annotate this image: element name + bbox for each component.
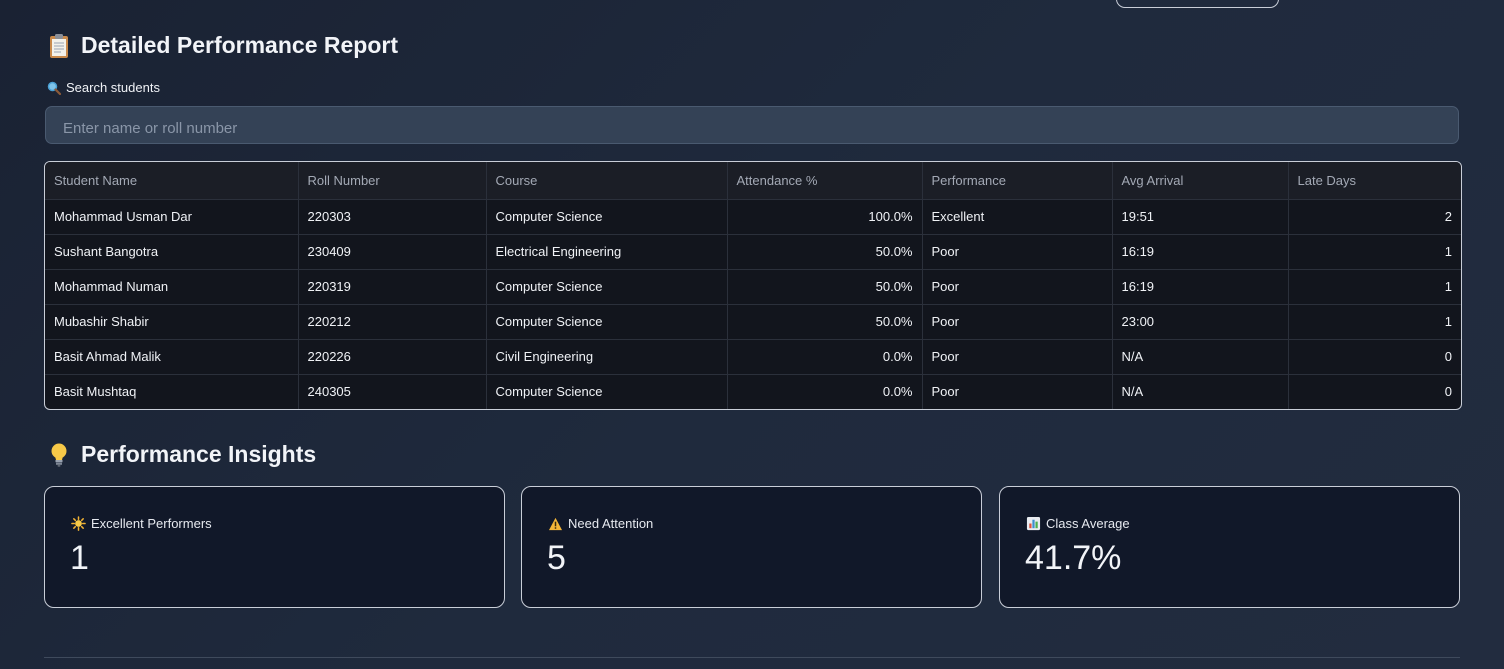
metric-card-excellent-performers: Excellent Performers 1 xyxy=(44,486,505,608)
cell-performance: Poor xyxy=(922,304,1113,340)
table-row: Basit Mushtaq 240305 Computer Science 0.… xyxy=(45,374,1461,409)
search-input[interactable] xyxy=(46,107,1458,143)
metric-label-text: Class Average xyxy=(1046,516,1130,531)
cell-performance: Excellent xyxy=(922,199,1113,235)
column-header-avg-arrival[interactable]: Avg Arrival xyxy=(1112,162,1289,200)
cell-attendance: 50.0% xyxy=(727,234,923,270)
metric-label: Excellent Performers xyxy=(71,516,212,531)
report-section-title: Detailed Performance Report xyxy=(47,32,398,59)
metric-value: 1 xyxy=(70,539,89,577)
cell-performance: Poor xyxy=(922,339,1113,375)
metric-label-text: Need Attention xyxy=(568,516,654,531)
insights-cards: Excellent Performers 1 Need Attention 5 xyxy=(44,486,1460,608)
column-header-attendance[interactable]: Attendance % xyxy=(727,162,923,200)
metric-value: 41.7% xyxy=(1025,539,1122,577)
cell-course: Computer Science xyxy=(486,304,728,340)
cell-student-name: Basit Ahmad Malik xyxy=(45,339,299,375)
column-header-late-days[interactable]: Late Days xyxy=(1288,162,1461,200)
warning-icon xyxy=(548,517,563,531)
metric-label: Need Attention xyxy=(548,516,653,531)
cell-avg-arrival: N/A xyxy=(1112,374,1289,409)
cell-avg-arrival: 19:51 xyxy=(1112,199,1289,235)
performance-table: Student Name Roll Number Course Attendan… xyxy=(44,161,1462,410)
table-row: Mubashir Shabir 220212 Computer Science … xyxy=(45,304,1461,340)
section-divider xyxy=(44,657,1460,658)
table-row: Mohammad Usman Dar 220303 Computer Scien… xyxy=(45,199,1461,235)
insights-title-text: Performance Insights xyxy=(81,441,317,467)
cell-performance: Poor xyxy=(922,234,1113,270)
cell-late-days: 1 xyxy=(1288,269,1461,305)
search-label: Search students xyxy=(47,80,160,95)
cell-student-name: Basit Mushtaq xyxy=(45,374,299,409)
cell-roll-number: 220319 xyxy=(298,269,487,305)
cell-attendance: 100.0% xyxy=(727,199,923,235)
cell-late-days: 2 xyxy=(1288,199,1461,235)
cell-student-name: Mubashir Shabir xyxy=(45,304,299,340)
metric-card-need-attention: Need Attention 5 xyxy=(521,486,982,608)
cell-performance: Poor xyxy=(922,269,1113,305)
cell-roll-number: 220212 xyxy=(298,304,487,340)
cell-late-days: 0 xyxy=(1444,384,1452,400)
cell-roll-number: 240305 xyxy=(298,374,487,409)
cell-attendance: 0.0% xyxy=(727,374,923,409)
bar-chart-icon xyxy=(1026,516,1041,531)
cell-course: Civil Engineering xyxy=(486,339,728,375)
search-box xyxy=(45,106,1459,144)
column-header-course[interactable]: Course xyxy=(486,162,728,200)
top-control-fragment[interactable] xyxy=(1116,0,1279,8)
table-row: Basit Ahmad Malik 220226 Civil Engineeri… xyxy=(45,339,1461,375)
metric-value: 5 xyxy=(547,539,566,577)
cell-attendance: 0.0% xyxy=(727,339,923,375)
report-title-text: Detailed Performance Report xyxy=(81,32,398,58)
cell-course: Electrical Engineering xyxy=(486,234,728,270)
lightbulb-icon xyxy=(47,442,71,468)
cell-student-name: Mohammad Numan xyxy=(45,269,299,305)
table-row: Mohammad Numan 220319 Computer Science 5… xyxy=(45,269,1461,305)
table-header-row: Student Name Roll Number Course Attendan… xyxy=(45,162,1461,200)
cell-late-days: 0 xyxy=(1288,339,1461,375)
table-row: Sushant Bangotra 230409 Electrical Engin… xyxy=(45,234,1461,270)
cell-late-days: 1 xyxy=(1288,304,1461,340)
cell-course: Computer Science xyxy=(486,269,728,305)
cell-roll-number: 230409 xyxy=(298,234,487,270)
column-header-roll-number[interactable]: Roll Number xyxy=(298,162,487,200)
sun-icon xyxy=(71,516,86,531)
metric-label-text: Excellent Performers xyxy=(91,516,212,531)
cell-roll-number: 220226 xyxy=(298,339,487,375)
cell-attendance: 50.0% xyxy=(727,304,923,340)
insights-section-title: Performance Insights xyxy=(47,441,316,468)
cell-performance: Poor xyxy=(922,374,1113,409)
metric-card-class-average: Class Average 41.7% xyxy=(999,486,1460,608)
clipboard-icon xyxy=(47,33,71,59)
search-label-text: Search students xyxy=(66,80,160,95)
cell-course: Computer Science xyxy=(486,374,728,409)
cell-course: Computer Science xyxy=(486,199,728,235)
cell-avg-arrival: 16:19 xyxy=(1112,234,1289,270)
cell-student-name: Mohammad Usman Dar xyxy=(45,199,299,235)
magnifier-icon xyxy=(47,81,61,95)
column-header-performance[interactable]: Performance xyxy=(922,162,1113,200)
cell-student-name: Sushant Bangotra xyxy=(45,234,299,270)
cell-late-days: 1 xyxy=(1288,234,1461,270)
cell-avg-arrival: 16:19 xyxy=(1112,269,1289,305)
metric-label: Class Average xyxy=(1026,516,1130,531)
cell-attendance: 50.0% xyxy=(727,269,923,305)
cell-avg-arrival: 23:00 xyxy=(1112,304,1289,340)
cell-avg-arrival: N/A xyxy=(1112,339,1289,375)
column-header-student-name[interactable]: Student Name xyxy=(45,162,299,200)
cell-roll-number: 220303 xyxy=(298,199,487,235)
